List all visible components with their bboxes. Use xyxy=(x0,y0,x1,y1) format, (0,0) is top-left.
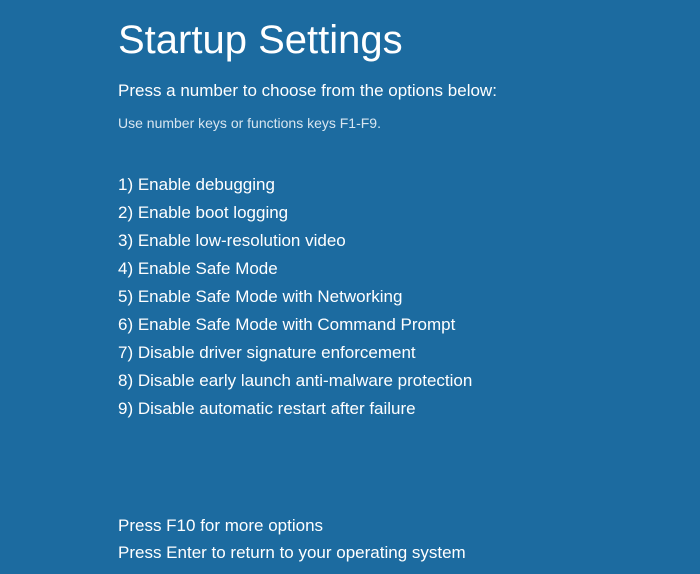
option-enable-safe-mode-networking[interactable]: 5) Enable Safe Mode with Networking xyxy=(118,283,700,311)
startup-settings-screen: Startup Settings Press a number to choos… xyxy=(0,0,700,566)
option-enable-safe-mode[interactable]: 4) Enable Safe Mode xyxy=(118,255,700,283)
page-title: Startup Settings xyxy=(118,18,700,63)
footer-return: Press Enter to return to your operating … xyxy=(118,540,700,566)
option-disable-early-launch-anti-malware[interactable]: 8) Disable early launch anti-malware pro… xyxy=(118,367,700,395)
option-disable-automatic-restart[interactable]: 9) Disable automatic restart after failu… xyxy=(118,395,700,423)
option-enable-safe-mode-command-prompt[interactable]: 6) Enable Safe Mode with Command Prompt xyxy=(118,311,700,339)
option-enable-boot-logging[interactable]: 2) Enable boot logging xyxy=(118,199,700,227)
option-enable-debugging[interactable]: 1) Enable debugging xyxy=(118,171,700,199)
options-list: 1) Enable debugging 2) Enable boot loggi… xyxy=(118,171,700,423)
hint-text: Use number keys or functions keys F1-F9. xyxy=(118,115,700,131)
instruction-text: Press a number to choose from the option… xyxy=(118,81,700,101)
option-enable-low-resolution-video[interactable]: 3) Enable low-resolution video xyxy=(118,227,700,255)
option-disable-driver-signature-enforcement[interactable]: 7) Disable driver signature enforcement xyxy=(118,339,700,367)
footer-more-options: Press F10 for more options xyxy=(118,513,700,539)
